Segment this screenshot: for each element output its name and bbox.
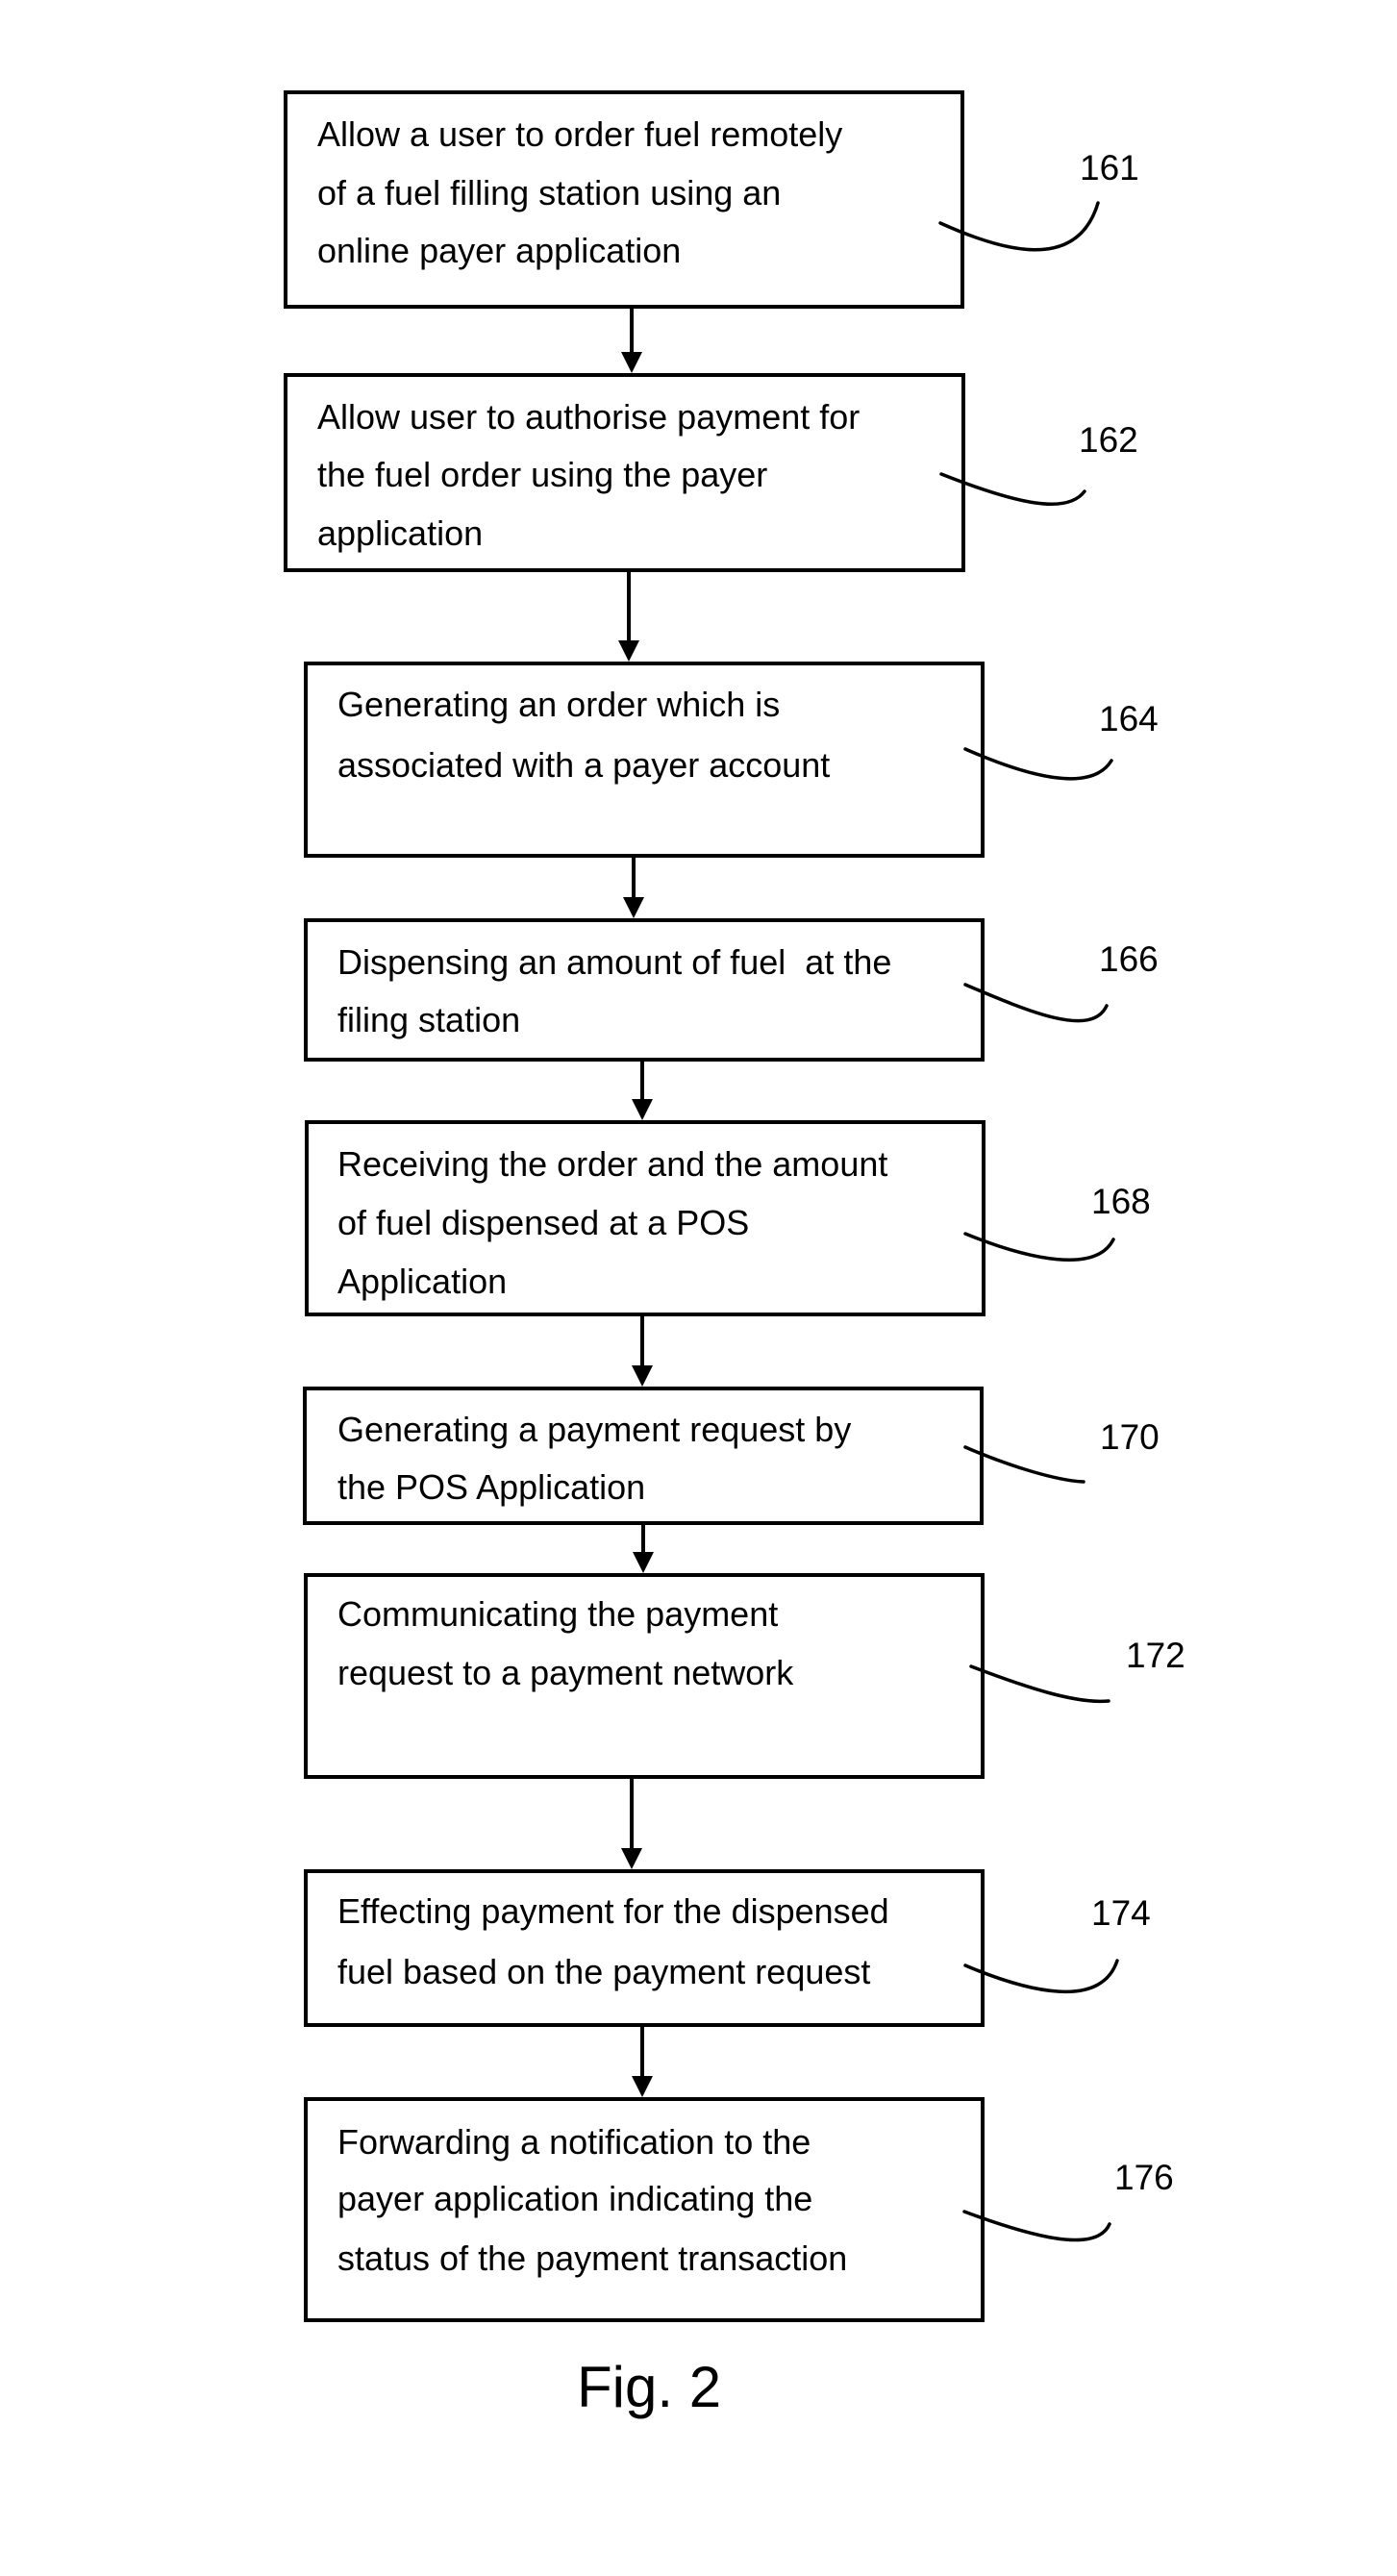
flow-step-168: Receiving the order and the amount of fue… [305,1120,985,1316]
flow-arrow-164-166 [623,858,644,918]
reference-numeral: 172 [1126,1636,1185,1675]
reference-numeral: 176 [1114,2158,1174,2197]
flow-step-170: Generating a payment request by the POS A… [303,1387,984,1525]
arrow-head-icon [623,897,644,918]
step-text-line: filing station [337,1000,520,1039]
arrow-head-icon [632,2076,653,2097]
arrow-head-icon [621,352,642,373]
flow-step-161: Allow a user to order fuel remotely of a … [284,90,964,309]
arrow-head-icon [632,1365,653,1387]
step-text-line: application [317,513,483,553]
arrow-head-icon [632,1099,653,1120]
step-text-line: of fuel dispensed at a POS [337,1203,749,1242]
step-text-line: Receiving the order and the amount [337,1144,887,1184]
step-text-line: Communicating the payment [337,1594,778,1634]
flow-step-162: Allow user to authorise payment for the f… [284,373,965,572]
leader-line [963,983,1109,1023]
leader-line [963,1232,1115,1263]
flow-step-166: Dispensing an amount of fuel at the filin… [304,918,985,1062]
figure-caption: Fig. 2 [577,2355,721,2419]
flow-step-174: Effecting payment for the dispensed fuel … [304,1869,985,2027]
step-text-line: online payer application [317,231,681,270]
step-text-line: Application [337,1262,507,1301]
reference-numeral: 170 [1100,1417,1160,1457]
step-text-line: of a fuel filling station using an [317,173,781,213]
leader-line [963,1959,1119,1994]
flow-arrow-174-176 [632,2027,653,2097]
step-text-line: Dispensing an amount of fuel at the [337,942,891,982]
step-text-line: Allow a user to order fuel remotely [317,114,842,154]
flow-arrow-161-162 [621,309,642,373]
reference-numeral: 164 [1099,699,1159,738]
arrow-head-icon [621,1848,642,1869]
flow-step-172: Communicating the payment request to a pa… [304,1573,985,1779]
step-text-line: the POS Application [337,1467,645,1507]
step-text-line: associated with a payer account [337,745,830,785]
step-text-line: request to a payment network [337,1653,794,1692]
flow-step-164: Generating an order which is associated w… [304,662,985,858]
step-text-line: the fuel order using the payer [317,455,767,494]
leader-line [962,2210,1111,2242]
step-text-line: Generating an order which is [337,685,780,724]
reference-numeral: 174 [1091,1893,1151,1933]
arrow-head-icon [633,1552,654,1573]
steps-layer: Allow a user to order fuel remotely of a … [284,90,985,2322]
step-text-line: Effecting payment for the dispensed [337,1891,889,1931]
flow-arrow-162-164 [618,572,639,662]
step-text-line: Forwarding a notification to the [337,2122,811,2162]
step-text-line: status of the payment transaction [337,2238,847,2278]
flow-arrow-170-172 [633,1525,654,1573]
reference-numeral: 161 [1080,148,1139,188]
flow-step-176: Forwarding a notification to the payer ap… [304,2097,985,2322]
reference-numeral: 166 [1099,939,1159,979]
flow-arrow-172-174 [621,1779,642,1869]
flowchart-diagram: Allow a user to order fuel remotely of a … [284,90,1185,2419]
step-text-line: fuel based on the payment request [337,1952,870,1991]
step-text-line: payer application indicating the [337,2179,812,2218]
leader-line [969,1664,1110,1704]
flow-arrow-166-168 [632,1062,653,1120]
reference-numeral: 168 [1091,1182,1151,1221]
flow-arrow-168-170 [632,1316,653,1387]
reference-numeral: 162 [1079,420,1138,460]
leader-line [963,747,1113,781]
step-text-line: Allow user to authorise payment for [317,397,860,437]
step-text-line: Generating a payment request by [337,1410,851,1449]
arrow-head-icon [618,640,639,662]
